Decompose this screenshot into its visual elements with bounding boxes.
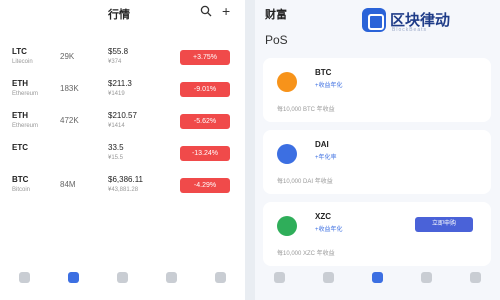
coin-volume: 472K bbox=[60, 116, 79, 125]
chart-icon bbox=[323, 272, 334, 283]
card-coin-name: BTC bbox=[315, 68, 332, 77]
coin-price-cny: ¥43,881.28 bbox=[108, 187, 139, 193]
coin-pair: Ethereum bbox=[12, 123, 39, 129]
add-icon[interactable]: + bbox=[222, 3, 230, 19]
market-screen: 行情 + LTC Litecoin 29K $55.8 ¥374 +3.75% … bbox=[0, 0, 245, 300]
bottom-nav bbox=[255, 268, 500, 300]
table-row[interactable]: BTC Bitcoin 84M $6,386.11 ¥43,881.28 -4.… bbox=[0, 170, 245, 202]
coin-pair: Bitcoin bbox=[12, 187, 31, 193]
nav-home[interactable] bbox=[265, 268, 295, 300]
bottom-nav bbox=[0, 268, 245, 300]
search-icon[interactable] bbox=[200, 5, 212, 17]
coin-symbol: BTC bbox=[12, 175, 29, 184]
coin-price: $6,386.11 bbox=[108, 175, 143, 184]
pos-card[interactable]: DAI +年化率 每10,000 DAI 年收益 bbox=[263, 130, 491, 194]
market-header: 行情 + bbox=[0, 0, 245, 24]
page-title: 行情 bbox=[108, 9, 130, 21]
page-title: 财富 bbox=[265, 9, 287, 21]
dai-coin-icon bbox=[277, 144, 297, 164]
logo-subtext: BlockBeats bbox=[392, 27, 428, 33]
user-icon bbox=[215, 272, 226, 283]
user-icon bbox=[470, 272, 481, 283]
coin-price-cny: ¥1419 bbox=[108, 91, 125, 97]
table-row[interactable]: LTC Litecoin 29K $55.8 ¥374 +3.75% bbox=[0, 42, 245, 74]
nav-home[interactable] bbox=[10, 268, 40, 300]
logo-icon bbox=[362, 8, 386, 32]
nav-me[interactable] bbox=[206, 268, 236, 300]
coin-price: 33.5 bbox=[108, 143, 124, 152]
change-badge: -5.62% bbox=[180, 114, 230, 129]
coin-symbol: ETH bbox=[12, 111, 28, 120]
coin-symbol: ETC bbox=[12, 143, 28, 152]
coin-symbol: LTC bbox=[12, 47, 27, 56]
coin-price: $211.3 bbox=[108, 79, 132, 88]
card-coin-name: XZC bbox=[315, 212, 331, 221]
card-foot: 每10,000 DAI 年收益 bbox=[277, 179, 333, 185]
diamond-icon bbox=[117, 272, 128, 283]
pos-card[interactable]: XZC +收益年化 立即申购 每10,000 XZC 年收益 bbox=[263, 202, 491, 266]
coin-pair: Ethereum bbox=[12, 91, 39, 97]
card-coin-name: DAI bbox=[315, 140, 329, 149]
card-foot: 每10,000 BTC 年收益 bbox=[277, 107, 335, 113]
table-row[interactable]: ETH Ethereum 472K $210.57 ¥1414 -5.62% bbox=[0, 106, 245, 138]
table-row[interactable]: ETH Ethereum 183K $211.3 ¥1419 -9.01% bbox=[0, 74, 245, 106]
coin-volume: 183K bbox=[60, 84, 79, 93]
btc-coin-icon bbox=[277, 72, 297, 92]
coin-price: $210.57 bbox=[108, 111, 137, 120]
compass-icon bbox=[166, 272, 177, 283]
market-list: LTC Litecoin 29K $55.8 ¥374 +3.75% ETH E… bbox=[0, 42, 245, 202]
home-icon bbox=[19, 272, 30, 283]
nav-wealth[interactable] bbox=[363, 268, 393, 300]
nav-market[interactable] bbox=[59, 268, 89, 300]
nav-me[interactable] bbox=[461, 268, 491, 300]
nav-discover[interactable] bbox=[157, 268, 187, 300]
blockbeats-logo: 区块律动 BlockBeats bbox=[362, 6, 497, 34]
pos-card[interactable]: BTC +收益年化 每10,000 BTC 年收益 bbox=[263, 58, 491, 122]
card-yield: +年化率 bbox=[315, 155, 337, 161]
coin-volume: 29K bbox=[60, 52, 75, 61]
compass-icon bbox=[421, 272, 432, 283]
change-badge: -4.29% bbox=[180, 178, 230, 193]
nav-discover[interactable] bbox=[412, 268, 442, 300]
change-badge: -13.24% bbox=[180, 146, 230, 161]
wealth-screen: 财富 PoS BTC +收益年化 每10,000 BTC 年收益 DAI +年化… bbox=[255, 0, 500, 300]
change-badge: +3.75% bbox=[180, 50, 230, 65]
coin-volume: 84M bbox=[60, 180, 76, 189]
coin-price-cny: ¥374 bbox=[108, 59, 122, 65]
chart-icon bbox=[68, 272, 79, 283]
coin-price-cny: ¥1414 bbox=[108, 123, 125, 129]
screenshot: 行情 + LTC Litecoin 29K $55.8 ¥374 +3.75% … bbox=[0, 0, 500, 300]
coin-pair: Litecoin bbox=[12, 59, 33, 65]
section-title: PoS bbox=[265, 33, 288, 47]
home-icon bbox=[274, 272, 285, 283]
nav-market[interactable] bbox=[314, 268, 344, 300]
coin-symbol: ETH bbox=[12, 79, 28, 88]
diamond-icon bbox=[372, 272, 383, 283]
card-yield: +收益年化 bbox=[315, 227, 343, 233]
coin-price-cny: ¥15.5 bbox=[108, 155, 124, 161]
coin-price: $55.8 bbox=[108, 47, 129, 56]
subscribe-button[interactable]: 立即申购 bbox=[415, 217, 473, 232]
xzc-coin-icon bbox=[277, 216, 297, 236]
table-row[interactable]: ETC 33.5 ¥15.5 -13.24% bbox=[0, 138, 245, 170]
card-yield: +收益年化 bbox=[315, 83, 343, 89]
nav-wealth[interactable] bbox=[108, 268, 138, 300]
change-badge: -9.01% bbox=[180, 82, 230, 97]
card-foot: 每10,000 XZC 年收益 bbox=[277, 251, 335, 257]
